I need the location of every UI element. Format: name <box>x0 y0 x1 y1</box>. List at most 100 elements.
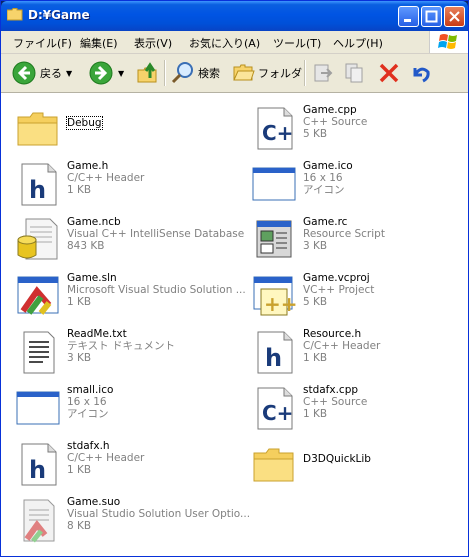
file-name: Game.h <box>67 160 109 172</box>
file-name: ReadMe.txt <box>67 328 127 340</box>
up-folder-icon <box>137 62 157 83</box>
file-size: 843 KB <box>67 240 105 252</box>
file-size: 1 KB <box>303 352 328 364</box>
cpp-file-icon: C+ <box>257 387 293 430</box>
file-type: Visual C++ IntelliSense Database <box>67 228 245 240</box>
title-bar[interactable]: D:¥Game <box>1 1 468 31</box>
file-name: Game.vcproj <box>303 272 370 284</box>
window-title: D:¥Game <box>28 8 90 22</box>
forward-dropdown-icon[interactable]: ▼ <box>118 69 124 78</box>
explorer-window: D:¥Game ファイル(F) 編集(E) 表示(V) お気に入り(A) ツール… <box>0 0 469 557</box>
file-type: C++ Source <box>303 396 368 408</box>
file-size: 3 KB <box>67 352 92 364</box>
undo-button[interactable] <box>409 58 431 88</box>
header-file-icon: h <box>21 163 57 206</box>
delete-icon <box>379 63 399 83</box>
file-name: Game.suo <box>67 496 121 508</box>
file-size: 1 KB <box>303 408 328 420</box>
search-button[interactable]: 検索 <box>171 58 220 88</box>
minimize-button[interactable] <box>398 6 419 27</box>
file-item[interactable]: Game.suo Visual Studio Solution User Opt… <box>9 493 250 545</box>
file-item[interactable]: Game.sln Microsoft Visual Studio Solutio… <box>9 269 246 321</box>
file-type: Microsoft Visual Studio Solution ... <box>67 284 246 296</box>
windows-logo-icon <box>429 31 468 53</box>
vcproj-file-icon: ++ <box>253 276 297 316</box>
move-to-icon <box>314 64 333 82</box>
file-type: Visual Studio Solution User Optio... <box>67 508 251 520</box>
header-file-icon: h <box>21 443 57 486</box>
file-name: Debug <box>66 116 103 130</box>
file-type: 16 x 16 <box>67 396 107 408</box>
file-name: Game.cpp <box>303 104 357 116</box>
file-type: VC++ Project <box>303 284 375 296</box>
up-folder-button[interactable] <box>136 58 160 88</box>
back-dropdown-icon[interactable]: ▼ <box>66 69 72 78</box>
delete-button[interactable] <box>378 58 400 88</box>
file-type: C/C++ Header <box>67 452 145 464</box>
file-name: stdafx.cpp <box>303 384 359 396</box>
move-to-button[interactable] <box>312 58 334 88</box>
menu-favorites[interactable]: お気に入り(A) <box>189 35 260 51</box>
file-item[interactable]: Game.rc Resource Script 3 KB <box>245 213 469 265</box>
file-item[interactable]: Debug <box>9 101 241 153</box>
file-item[interactable]: small.ico 16 x 16 アイコン <box>9 381 241 433</box>
file-name: Game.ncb <box>67 216 121 228</box>
search-label: 検索 <box>198 67 220 80</box>
file-list: Debug C+ Game.cpp C++ Source 5 KB h Game… <box>1 93 468 556</box>
file-type: C/C++ Header <box>67 172 145 184</box>
file-name: Resource.h <box>303 328 362 340</box>
toolbar-separator <box>164 60 166 86</box>
folders-label: フォルダ <box>258 67 302 80</box>
file-item[interactable]: ++ Game.vcproj VC++ Project 5 KB <box>245 269 469 321</box>
svg-text:C+: C+ <box>262 401 293 425</box>
search-icon <box>171 62 193 84</box>
file-type: C++ Source <box>303 116 368 128</box>
menu-tools[interactable]: ツール(T) <box>273 35 321 51</box>
file-item[interactable]: h Resource.h C/C++ Header 1 KB <box>245 325 469 377</box>
file-item[interactable]: D3DQuickLib <box>245 437 469 489</box>
file-type: Resource Script <box>303 228 385 240</box>
maximize-button[interactable] <box>421 6 442 27</box>
file-size: 1 KB <box>67 184 92 196</box>
maximize-icon <box>425 10 438 23</box>
file-item[interactable]: C+ Game.cpp C++ Source 5 KB <box>245 101 469 153</box>
file-name: stdafx.h <box>67 440 110 452</box>
file-item[interactable]: ReadMe.txt テキスト ドキュメント 3 KB <box>9 325 241 377</box>
toolbar: 戻る ▼ ▼ 検索 フォルダ <box>1 54 468 93</box>
menu-view[interactable]: 表示(V) <box>134 35 172 51</box>
forward-arrow-icon <box>89 61 113 85</box>
back-label: 戻る <box>40 67 62 80</box>
toolbar-separator <box>304 60 306 86</box>
rc-file-icon <box>256 220 292 258</box>
menu-help[interactable]: ヘルプ(H) <box>333 35 383 51</box>
folder-icon <box>253 448 294 482</box>
file-item[interactable]: Game.ncb Visual C++ IntelliSense Databas… <box>9 213 245 265</box>
file-item[interactable]: h Game.h C/C++ Header 1 KB <box>9 157 241 209</box>
menu-file[interactable]: ファイル(F) <box>13 35 72 51</box>
file-type: C/C++ Header <box>303 340 381 352</box>
file-size: 3 KB <box>303 240 328 252</box>
text-file-icon <box>23 331 55 374</box>
svg-text:++: ++ <box>264 292 297 316</box>
suo-file-icon <box>23 499 55 543</box>
copy-to-icon <box>345 63 363 83</box>
file-item[interactable]: C+ stdafx.cpp C++ Source 1 KB <box>245 381 469 433</box>
file-item[interactable]: Game.ico 16 x 16 アイコン <box>245 157 469 209</box>
close-icon <box>449 11 460 22</box>
svg-text:h: h <box>29 456 46 484</box>
close-button[interactable] <box>444 6 465 27</box>
file-item[interactable]: h stdafx.h C/C++ Header 1 KB <box>9 437 241 489</box>
menu-edit[interactable]: 編集(E) <box>80 35 118 51</box>
folder-icon <box>17 112 58 146</box>
file-size: 8 KB <box>67 520 92 532</box>
minimize-icon <box>404 19 411 22</box>
forward-button[interactable]: ▼ <box>88 58 124 88</box>
file-size: アイコン <box>303 184 345 196</box>
file-size: 5 KB <box>303 128 328 140</box>
folders-button[interactable]: フォルダ <box>233 58 302 88</box>
back-arrow-icon <box>12 61 36 85</box>
copy-to-button[interactable] <box>344 58 366 88</box>
file-size: 1 KB <box>67 296 92 308</box>
file-name: Game.sln <box>67 272 117 284</box>
back-button[interactable]: 戻る ▼ <box>11 58 72 88</box>
